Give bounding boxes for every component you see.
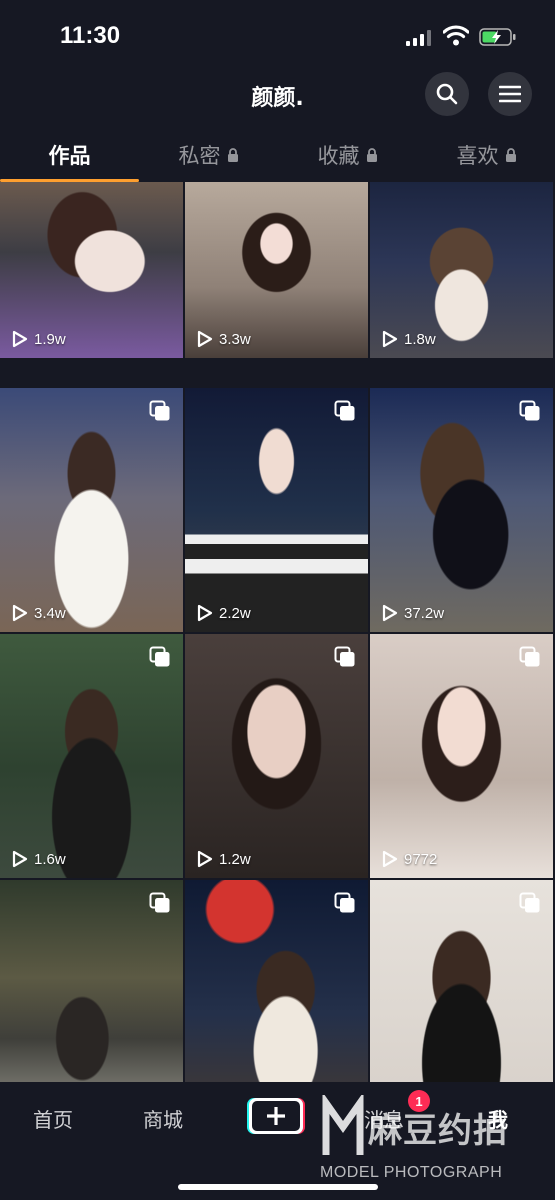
view-count: 9772 (404, 850, 438, 868)
status-time: 11:30 (60, 22, 121, 49)
multi-image-icon (519, 892, 540, 913)
video-thumbnail[interactable]: 3.3w (185, 182, 368, 358)
play-count: 3.3w (197, 330, 251, 348)
create-post-button[interactable] (247, 1096, 307, 1136)
cellular-signal-icon (406, 30, 432, 46)
play-count: 37.2w (382, 604, 444, 622)
view-count: 1.9w (34, 330, 66, 348)
play-count: 9772 (382, 850, 437, 868)
tab-likes[interactable]: 喜欢 (417, 128, 555, 182)
lock-icon (227, 148, 238, 162)
tab-label: 作品 (48, 144, 91, 168)
view-count: 3.3w (219, 330, 251, 348)
thumbnail-image (185, 634, 368, 878)
play-icon (382, 850, 398, 868)
video-thumbnail[interactable]: 1.9w (0, 182, 183, 358)
watermark-text: 麻豆约拍 (368, 1111, 508, 1151)
watermark-subtext: MODEL PHOTOGRAPH (320, 1164, 503, 1181)
multi-image-icon (519, 646, 540, 667)
menu-button[interactable] (488, 72, 532, 116)
play-icon (197, 604, 213, 622)
view-count: 3.4w (34, 604, 66, 622)
tab-works[interactable]: 作品 (0, 128, 139, 182)
video-thumbnail[interactable]: 2.2w (185, 388, 368, 632)
status-bar: 11:30 (0, 0, 555, 70)
tab-private[interactable]: 私密 (139, 128, 278, 182)
video-thumbnail[interactable]: 1.2w (185, 634, 368, 878)
profile-tabs: 作品 私密 收藏 喜欢 (0, 128, 555, 182)
thumbnail-image (370, 388, 553, 632)
video-thumbnail[interactable]: 3.4w (0, 388, 183, 632)
multi-image-icon (149, 892, 170, 913)
profile-name: 颜颜. (251, 86, 304, 111)
home-indicator (178, 1184, 378, 1190)
tab-label: 私密 (178, 144, 221, 168)
wifi-icon (443, 25, 469, 46)
nav-mall[interactable]: 商城 (143, 1104, 183, 1133)
thumbnail-image (370, 634, 553, 878)
search-icon (436, 83, 458, 105)
play-icon (382, 330, 398, 348)
thumbnail-image (0, 388, 183, 632)
tab-label: 收藏 (317, 144, 360, 168)
play-icon (197, 330, 213, 348)
view-count: 1.6w (34, 850, 66, 868)
menu-icon (499, 85, 521, 103)
video-grid: 1.9w 3.3w 1.8w 3.4w 2.2w 37.2w 1.6w 1.2w 9772 (0, 182, 555, 1082)
battery-charging-icon (479, 28, 516, 46)
play-count: 3.4w (12, 604, 66, 622)
search-button[interactable] (425, 72, 469, 116)
tab-label: 喜欢 (456, 144, 499, 168)
multi-image-icon (334, 892, 355, 913)
lock-icon (505, 148, 516, 162)
multi-image-icon (519, 400, 540, 421)
play-count: 1.9w (12, 330, 66, 348)
tab-favorites[interactable]: 收藏 (278, 128, 417, 182)
video-thumbnail[interactable]: 37.2w (370, 388, 553, 632)
view-count: 37.2w (404, 604, 445, 622)
play-count: 1.6w (12, 850, 66, 868)
multi-image-icon (149, 646, 170, 667)
view-count: 1.8w (404, 330, 436, 348)
view-count: 2.2w (219, 604, 251, 622)
play-count: 1.2w (197, 850, 251, 868)
thumbnail-image (0, 634, 183, 878)
profile-header: 颜颜. (0, 70, 555, 120)
video-thumbnail[interactable]: 9772 (370, 634, 553, 878)
multi-image-icon (149, 400, 170, 421)
watermark-logo-icon (322, 1095, 364, 1155)
lock-icon (366, 148, 377, 162)
multi-image-icon (334, 646, 355, 667)
video-thumbnail[interactable]: 1.8w (370, 182, 553, 358)
video-thumbnail[interactable] (370, 880, 553, 1082)
view-count: 1.2w (219, 850, 251, 868)
play-icon (382, 604, 398, 622)
play-icon (12, 850, 28, 868)
play-icon (197, 850, 213, 868)
play-icon (12, 604, 28, 622)
play-icon (12, 330, 28, 348)
nav-home[interactable]: 首页 (33, 1104, 73, 1133)
video-thumbnail[interactable]: 1.6w (0, 634, 183, 878)
play-count: 1.8w (382, 330, 436, 348)
multi-image-icon (334, 400, 355, 421)
play-count: 2.2w (197, 604, 251, 622)
video-thumbnail[interactable] (185, 880, 368, 1082)
thumbnail-image (185, 388, 368, 632)
video-thumbnail[interactable] (0, 880, 183, 1082)
